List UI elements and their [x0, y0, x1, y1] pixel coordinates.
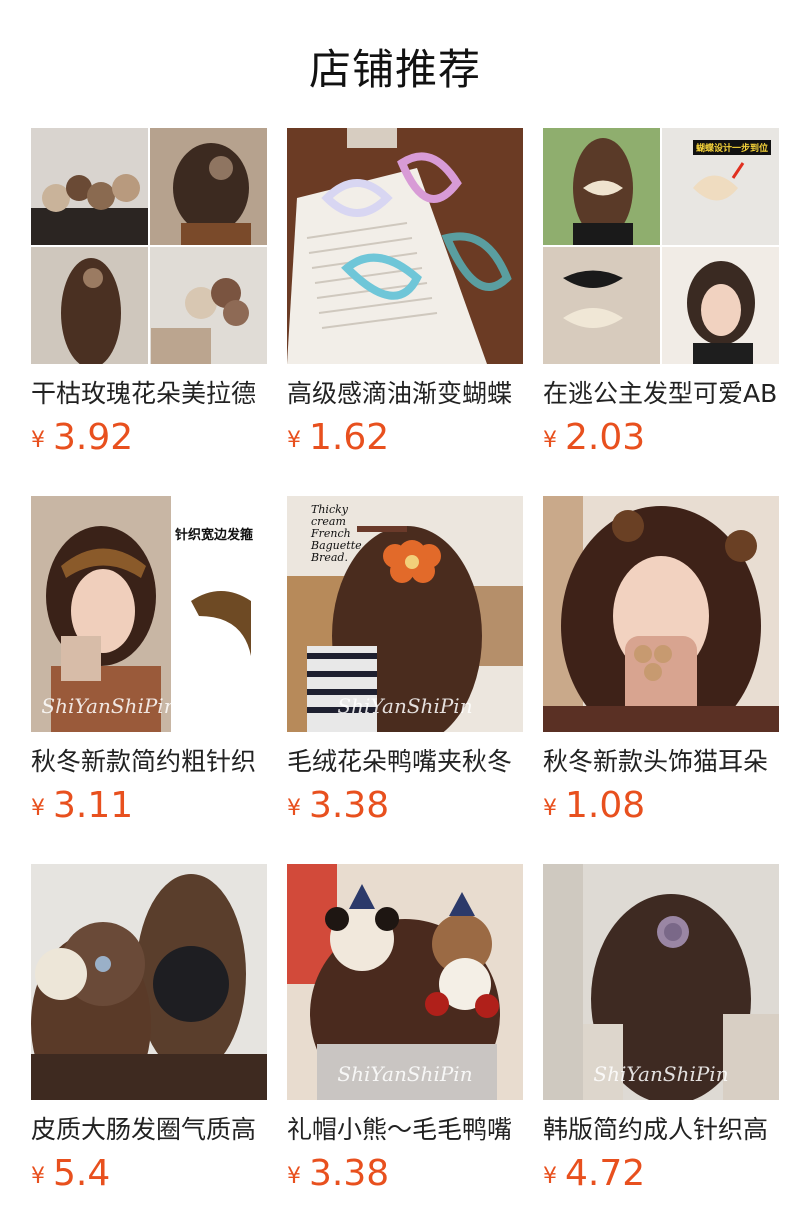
- watermark: ShiYanShiPin: [593, 1062, 729, 1086]
- bear-ear-clip-photo[interactable]: [543, 496, 779, 732]
- product-card[interactable]: 皮质大肠发圈气质高 ¥5.4: [31, 864, 267, 1232]
- bow-hairclip-photo[interactable]: 蝴蝶设计一步到位: [543, 128, 779, 364]
- price-value: 2.03: [565, 417, 646, 458]
- scrunchie-photo[interactable]: [31, 864, 267, 1100]
- store-recommendation-page: 店铺推荐 干枯玫瑰花朵美拉德 ¥ 3.92 高级感滴油渐变蝴蝶 ¥ 1.62 蝴…: [0, 0, 790, 1232]
- product-card[interactable]: 蝴蝶设计一步到位 在逃公主发型可爱AB ¥2.03: [543, 128, 779, 496]
- product-name[interactable]: 秋冬新款简约粗针织: [31, 746, 267, 778]
- price-value: 3.38: [309, 785, 390, 826]
- rose-hairclip-photo[interactable]: [31, 128, 267, 364]
- watermark: ShiYanShiPin: [337, 694, 473, 718]
- product-card[interactable]: ShiYanShiPin 礼帽小熊～毛毛鸭嘴 ¥3.38: [287, 864, 523, 1232]
- product-name[interactable]: 礼帽小熊～毛毛鸭嘴: [287, 1114, 523, 1146]
- product-name[interactable]: 皮质大肠发圈气质高: [31, 1114, 267, 1146]
- product-name[interactable]: 在逃公主发型可爱AB: [543, 378, 779, 410]
- currency-symbol: ¥: [543, 428, 557, 453]
- price-value: 1.62: [309, 417, 390, 458]
- price-value: 3.38: [309, 1153, 390, 1194]
- product-price: ¥3.38: [287, 786, 523, 832]
- banner-label: 蝴蝶设计一步到位: [693, 140, 772, 155]
- price-value: 5.4: [53, 1153, 111, 1194]
- product-card[interactable]: 干枯玫瑰花朵美拉德 ¥3.92: [31, 128, 267, 496]
- product-card[interactable]: 针织宽边发箍 ShiYanShiPin 秋冬新款简约粗针织 ¥3.11: [31, 496, 267, 864]
- currency-symbol: ¥: [543, 1164, 557, 1189]
- product-name[interactable]: 秋冬新款头饰猫耳朵: [543, 746, 779, 778]
- price-value: 1.08: [565, 785, 646, 826]
- product-price: ¥3.38: [287, 1154, 523, 1200]
- currency-symbol: ¥: [31, 796, 45, 821]
- currency-symbol: ¥: [31, 1164, 45, 1189]
- flower-duckbill-clip-photo[interactable]: Thicky cream French Baguette Bread. ShiY…: [287, 496, 523, 732]
- currency-symbol: ¥: [287, 796, 301, 821]
- section-title: 店铺推荐: [308, 45, 481, 94]
- product-name[interactable]: 干枯玫瑰花朵美拉德: [31, 378, 267, 410]
- product-price: ¥3.11: [31, 786, 267, 832]
- price-value: 3.92: [53, 417, 134, 458]
- bear-clip-photo[interactable]: ShiYanShiPin: [287, 864, 523, 1100]
- product-price: ¥1.62: [287, 418, 523, 464]
- product-name[interactable]: 毛绒花朵鸭嘴夹秋冬: [287, 746, 523, 778]
- product-name[interactable]: 韩版简约成人针织高: [543, 1114, 779, 1146]
- price-value: 3.11: [53, 785, 134, 826]
- product-price: ¥2.03: [543, 418, 779, 464]
- product-card[interactable]: ShiYanShiPin 韩版简约成人针织高 ¥4.72: [543, 864, 779, 1232]
- currency-symbol: ¥: [287, 1164, 301, 1189]
- product-card[interactable]: 高级感滴油渐变蝴蝶 ¥1.62: [287, 128, 523, 496]
- watermark: ShiYanShiPin: [337, 1062, 473, 1086]
- product-price: ¥3.92: [31, 418, 267, 464]
- price-value: 4.72: [565, 1153, 646, 1194]
- poster-text: Thicky cream French Baguette Bread.: [311, 503, 362, 564]
- currency-symbol: ¥: [287, 428, 301, 453]
- product-card[interactable]: Thicky cream French Baguette Bread. ShiY…: [287, 496, 523, 864]
- rose-claw-photo[interactable]: ShiYanShiPin: [543, 864, 779, 1100]
- watermark: ShiYanShiPin: [41, 694, 177, 718]
- product-price: ¥5.4: [31, 1154, 267, 1200]
- currency-symbol: ¥: [543, 796, 557, 821]
- product-grid: 干枯玫瑰花朵美拉德 ¥3.92 高级感滴油渐变蝴蝶 ¥ 1.62 蝴蝶设计一步到…: [31, 128, 779, 1232]
- banner-label: 针织宽边发箍: [175, 528, 254, 543]
- currency-symbol: ¥: [31, 428, 45, 453]
- product-name[interactable]: 高级感滴油渐变蝴蝶: [287, 378, 523, 410]
- product-card[interactable]: 秋冬新款头饰猫耳朵 ¥1.08: [543, 496, 779, 864]
- product-price: ¥1.08: [543, 786, 779, 832]
- knit-headband-photo[interactable]: 针织宽边发箍 ShiYanShiPin: [31, 496, 267, 732]
- product-price: ¥4.72: [543, 1154, 779, 1200]
- butterfly-clip-photo[interactable]: [287, 128, 523, 364]
